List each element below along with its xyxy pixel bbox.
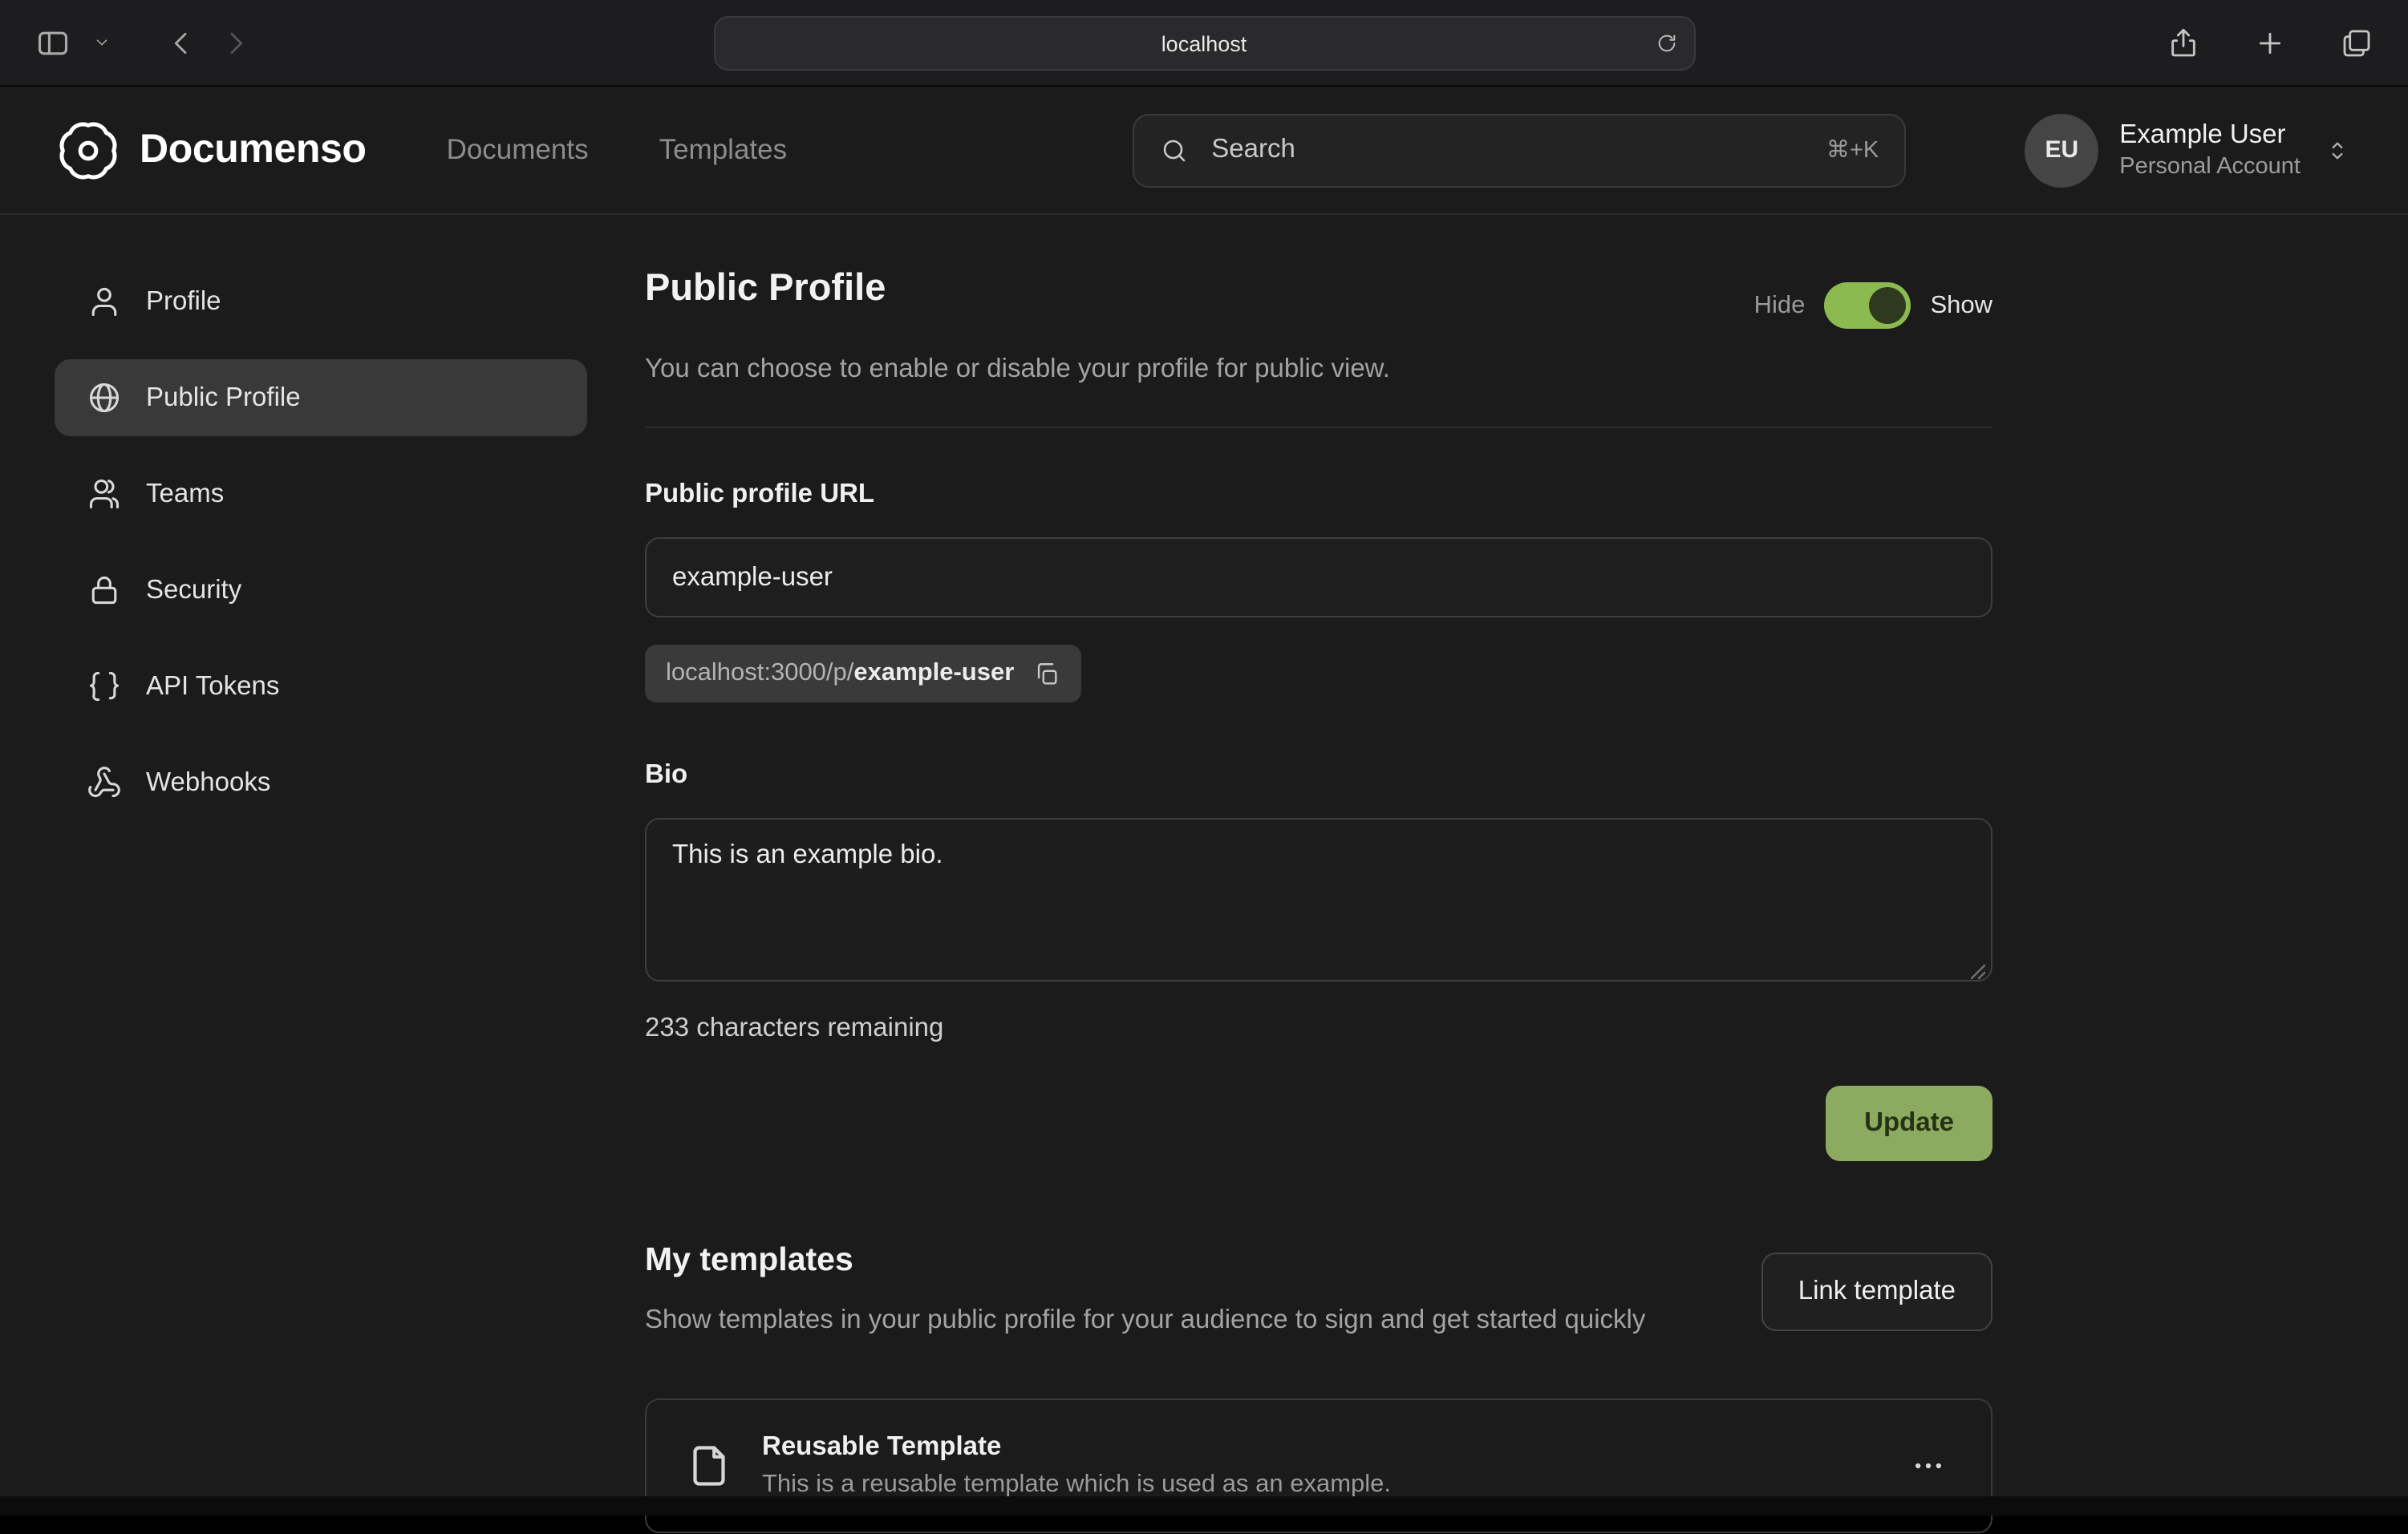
toggle-knob [1869, 287, 1906, 324]
screen: localhost Documenso Do [0, 0, 2408, 1516]
brand[interactable]: Documenso [58, 119, 367, 180]
search-shortcut: ⌘+K [1826, 137, 1879, 163]
documenso-logo-icon [58, 119, 119, 180]
user-name: Example User [2119, 120, 2301, 151]
brand-name: Documenso [140, 127, 367, 173]
tabs-icon[interactable] [2334, 20, 2379, 65]
reload-icon[interactable] [1655, 32, 1677, 55]
sidebar-item-label: Profile [146, 286, 221, 317]
public-profile-settings: Public Profile Hide Show You can choose … [645, 266, 1992, 1534]
nav-documents[interactable]: Documents [447, 133, 589, 167]
chevrons-up-down-icon [2325, 137, 2350, 163]
user-icon [87, 284, 122, 319]
webhook-icon [87, 765, 122, 800]
sidebar-item-label: Webhooks [146, 767, 270, 798]
share-icon[interactable] [2161, 20, 2206, 65]
lock-icon [87, 573, 122, 608]
toggle-hide-label: Hide [1754, 291, 1806, 320]
page-title: Public Profile [645, 266, 886, 310]
update-button[interactable]: Update [1826, 1086, 1992, 1161]
template-name: Reusable Template [762, 1433, 1391, 1463]
link-template-button[interactable]: Link template [1761, 1252, 1992, 1330]
template-info: Reusable Template This is a reusable tem… [762, 1433, 1391, 1500]
avatar: EU [2025, 113, 2098, 187]
sidebar-item-security[interactable]: Security [55, 552, 587, 629]
users-icon [87, 476, 122, 512]
address-bar-url: localhost [1161, 31, 1247, 55]
globe-icon [87, 380, 122, 415]
toggle-show-label: Show [1930, 291, 1992, 320]
app-header: Documenso Documents Templates ⌘+K EU Exa… [0, 87, 2408, 215]
ellipsis-icon [1911, 1449, 1946, 1484]
main-nav: Documents Templates [447, 133, 788, 167]
user-account-type: Personal Account [2119, 154, 2301, 180]
copy-url-button[interactable] [1033, 660, 1060, 687]
characters-remaining: 233 characters remaining [645, 1014, 1992, 1044]
braces-icon [87, 669, 122, 704]
public-profile-url-input[interactable] [645, 537, 1992, 617]
profile-url-preview: localhost:3000/p/example-user [645, 645, 1081, 702]
url-field-label: Public profile URL [645, 480, 1992, 510]
page-subtitle: You can choose to enable or disable your… [645, 354, 1992, 385]
browser-window-controls [2161, 20, 2379, 65]
profile-visibility-toggle[interactable] [1824, 282, 1911, 329]
user-info: Example User Personal Account [2119, 120, 2301, 180]
sidebar-menu-chevron-icon[interactable] [87, 27, 117, 58]
sidebar-item-label: Security [146, 575, 241, 605]
nav-templates[interactable]: Templates [659, 133, 788, 167]
profile-url-prefix: localhost:3000/p/ [666, 659, 853, 686]
templates-description: Show templates in your public profile fo… [645, 1299, 1645, 1342]
divider [645, 427, 1992, 428]
window-edge [0, 1496, 2408, 1516]
browser-chrome: localhost [0, 0, 2408, 87]
sidebar-item-api-tokens[interactable]: API Tokens [55, 648, 587, 725]
file-icon [685, 1443, 733, 1491]
sidebar-item-label: Public Profile [146, 382, 301, 413]
sidebar-item-profile[interactable]: Profile [55, 263, 587, 340]
sidebar-item-teams[interactable]: Teams [55, 455, 587, 532]
template-actions-button[interactable] [1904, 1443, 1952, 1491]
sidebar-item-label: API Tokens [146, 671, 279, 702]
sidebar-item-webhooks[interactable]: Webhooks [55, 744, 587, 821]
bio-textarea[interactable]: This is an example bio. [645, 818, 1992, 982]
app-body: Profile Public Profile Teams Security AP… [0, 215, 2408, 1534]
new-tab-icon[interactable] [2248, 20, 2292, 65]
bio-field-label: Bio [645, 760, 1992, 791]
visibility-toggle-group: Hide Show [1754, 282, 1992, 329]
forward-icon[interactable] [213, 20, 258, 65]
profile-url-text: localhost:3000/p/example-user [666, 659, 1014, 688]
sidebar-item-public-profile[interactable]: Public Profile [55, 359, 587, 436]
settings-sidebar: Profile Public Profile Teams Security AP… [0, 215, 645, 1534]
templates-heading-block: My templates Show templates in your publ… [645, 1241, 1645, 1342]
global-search[interactable]: ⌘+K [1133, 113, 1906, 187]
user-menu[interactable]: EU Example User Personal Account [2025, 113, 2350, 187]
back-icon[interactable] [159, 20, 204, 65]
sidebar-toggle-icon[interactable] [29, 18, 77, 67]
address-bar[interactable]: localhost [713, 16, 1695, 71]
templates-title: My templates [645, 1241, 1645, 1280]
browser-nav-controls [29, 18, 258, 67]
search-input[interactable] [1208, 133, 1807, 167]
sidebar-item-label: Teams [146, 479, 224, 509]
copy-icon [1033, 660, 1060, 687]
profile-url-slug: example-user [853, 659, 1014, 686]
search-icon [1160, 136, 1189, 164]
